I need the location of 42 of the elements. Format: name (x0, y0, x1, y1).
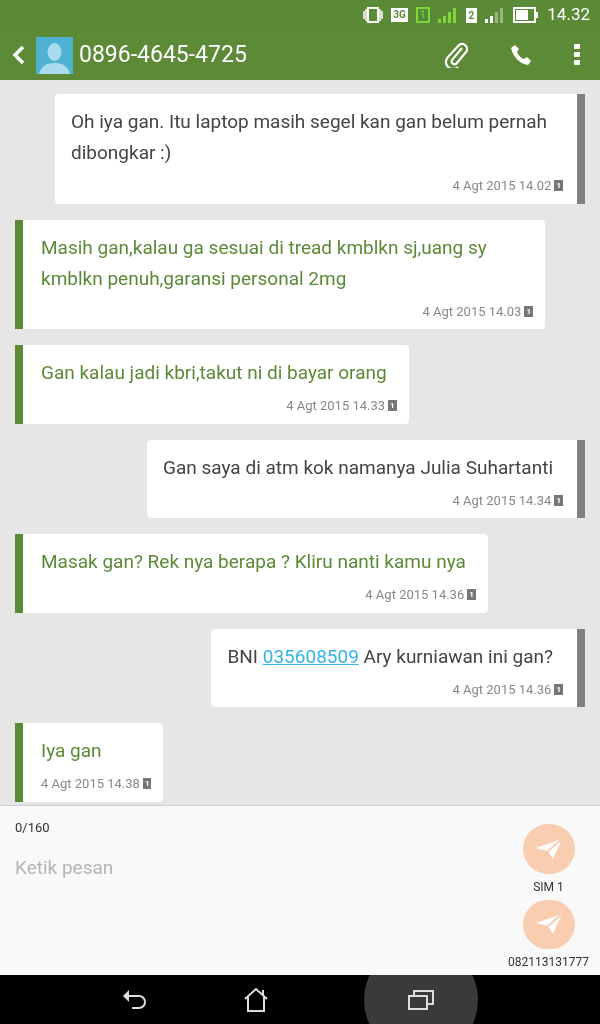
signal-icon (437, 7, 458, 23)
message-text: Gan saya di atm kok namanya Julia Suhartanti (163, 454, 553, 481)
message-text: BNI 035608509 Ary kurniawan ini gan? (227, 643, 553, 670)
sim-badge: 1 (554, 683, 563, 695)
sim-label: SIM 1 (533, 878, 564, 896)
sim-badge: 2 (465, 7, 478, 23)
phone-link[interactable]: 035608509 (262, 644, 359, 668)
message-input[interactable]: Ketik pesan (15, 853, 495, 882)
sim-badge: 1 (554, 494, 563, 506)
paper-plane-icon (534, 836, 563, 861)
sim-badge: 1 (467, 589, 476, 601)
more-icon[interactable] (574, 44, 580, 66)
network-label: 3G (391, 8, 408, 22)
paperclip-icon[interactable] (444, 42, 468, 68)
message-text: Gan kalau jadi kbri,takut ni di bayar orang (41, 360, 387, 386)
phone-icon[interactable] (510, 43, 534, 67)
contact-number: 0896-4645-4725 (79, 39, 248, 70)
message-text: Oh iya gan. Itu laptop masih segel kan gan belum pernah dibongkar :) (71, 109, 549, 166)
timestamp: 4 Agt 2015 14.34 (452, 491, 552, 510)
sim-badge: 1 (524, 305, 533, 317)
battery-icon (513, 7, 540, 23)
avatar-icon (36, 36, 73, 74)
timestamp: 4 Agt 2015 14.03 (422, 302, 522, 321)
vibrate-icon (363, 6, 384, 24)
message-text: Masih gan,kalau ga sesuai di tread kmblkn sj,uang sy kmblkn penuh,garansi personal 2mg (41, 234, 488, 292)
timestamp: 4 Agt 2015 14.38 (41, 775, 140, 793)
signal-icon (485, 7, 506, 23)
timestamp: 4 Agt 2015 14.33 (286, 397, 386, 415)
message-text: Masak gan? Rek nya berapa ? Kliru nanti kamu nya (41, 549, 466, 575)
timestamp: 4 Agt 2015 14.36 (452, 680, 552, 699)
sim-badge: 1 (142, 778, 152, 790)
sim-label: 082113131777 (508, 954, 589, 971)
timestamp: 4 Agt 2015 14.02 (452, 177, 552, 195)
clock: 14.32 (547, 3, 590, 27)
home-icon[interactable] (243, 986, 269, 1013)
sim-badge: 1 (415, 7, 430, 23)
timestamp: 4 Agt 2015 14.36 (365, 586, 465, 604)
recent-apps-icon (408, 988, 434, 1011)
character-counter: 0/160 (15, 819, 51, 837)
sim-badge: 1 (388, 400, 397, 412)
message-text: Iya gan (41, 738, 103, 764)
sim-badge: 1 (554, 180, 563, 192)
